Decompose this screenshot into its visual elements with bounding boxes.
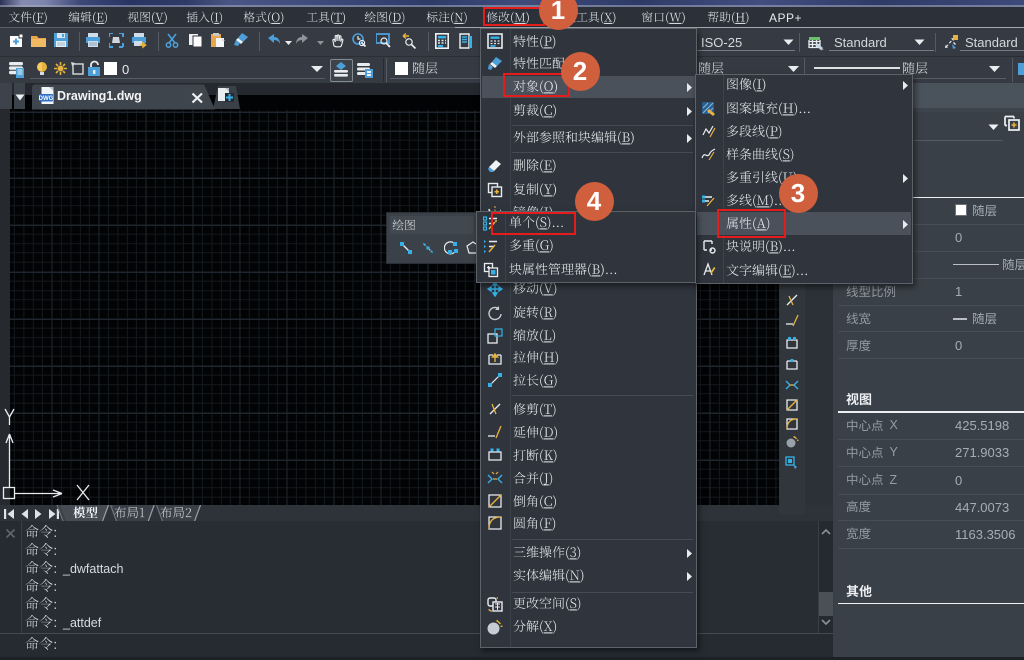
svg-text:DWG: DWG bbox=[39, 96, 54, 102]
